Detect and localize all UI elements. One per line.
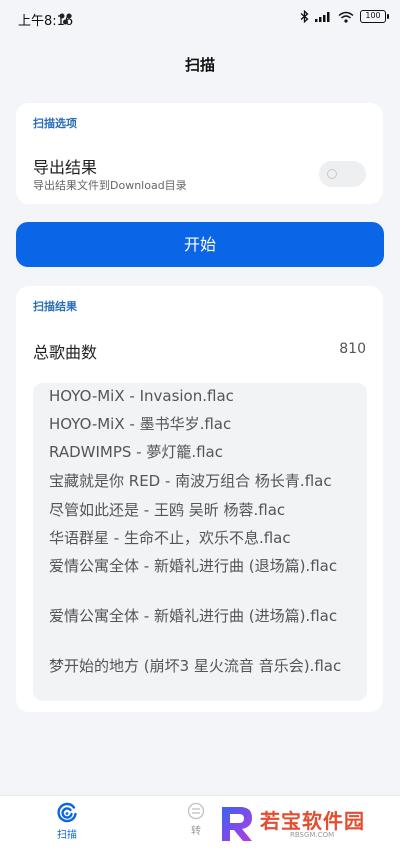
scan-icon: [57, 802, 77, 823]
watermark-logo-icon: [222, 807, 252, 841]
file-list[interactable]: HOYO-MiX - Invasion.flac HOYO-MiX - 墨书华岁…: [33, 383, 367, 701]
nav-item-convert[interactable]: 转: [186, 802, 206, 837]
notification-dots-icon: [59, 13, 72, 25]
list-item: RADWIMPS - 夢灯籠.flac: [49, 443, 223, 461]
total-songs-value: 810: [339, 341, 366, 357]
status-icons: 100: [300, 10, 389, 23]
watermark-url: RBSGM.COM: [290, 831, 335, 839]
list-item: 爱情公寓全体 - 新婚礼进行曲 (进场篇).flac: [49, 607, 338, 625]
watermark: 若宝软件园 RBSGM.COM: [218, 803, 388, 845]
list-item: 爱情公寓全体 - 新婚礼进行曲 (退场篇).flac: [49, 557, 338, 575]
watermark-text: 若宝软件园: [260, 809, 365, 833]
options-card: 扫描选项 导出结果 导出结果文件到Download目录: [16, 103, 383, 204]
export-option-subtitle: 导出结果文件到Download目录: [33, 179, 187, 192]
list-item: HOYO-MiX - Invasion.flac: [49, 387, 234, 405]
export-option-title: 导出结果: [33, 158, 98, 177]
status-bar: 上午8:16 100: [0, 0, 400, 36]
nav-label-convert: 转: [191, 826, 201, 837]
toggle-knob: [327, 169, 337, 179]
options-section-title: 扫描选项: [33, 117, 77, 130]
list-item: 尽管如此还是 - 王鸥 吴昕 杨蓉.flac: [49, 501, 286, 519]
nav-label-scan: 扫描: [57, 830, 77, 841]
total-songs-label: 总歌曲数: [33, 343, 98, 362]
results-section-title: 扫描结果: [33, 300, 77, 313]
nav-item-scan[interactable]: 扫描: [50, 802, 84, 841]
start-button[interactable]: 开始: [16, 222, 384, 267]
bluetooth-icon: [300, 10, 309, 23]
page-title: 扫描: [184, 56, 215, 74]
list-item: 华语群星 - 生命不止，欢乐不息.flac: [49, 529, 291, 547]
export-toggle[interactable]: [319, 161, 366, 187]
convert-icon: [187, 802, 205, 820]
results-card: 扫描结果 总歌曲数 810 HOYO-MiX - Invasion.flac H…: [16, 286, 383, 712]
list-item: 宝藏就是你 RED - 南波万组合 杨长青.flac: [49, 472, 332, 490]
signal-icon: [315, 12, 330, 22]
battery-icon: 100: [360, 10, 389, 23]
wifi-icon: [338, 11, 354, 23]
list-item: 梦开始的地方 (崩坏3 星火流音 音乐会).flac: [49, 657, 342, 675]
list-item: HOYO-MiX - 墨书华岁.flac: [49, 415, 232, 433]
